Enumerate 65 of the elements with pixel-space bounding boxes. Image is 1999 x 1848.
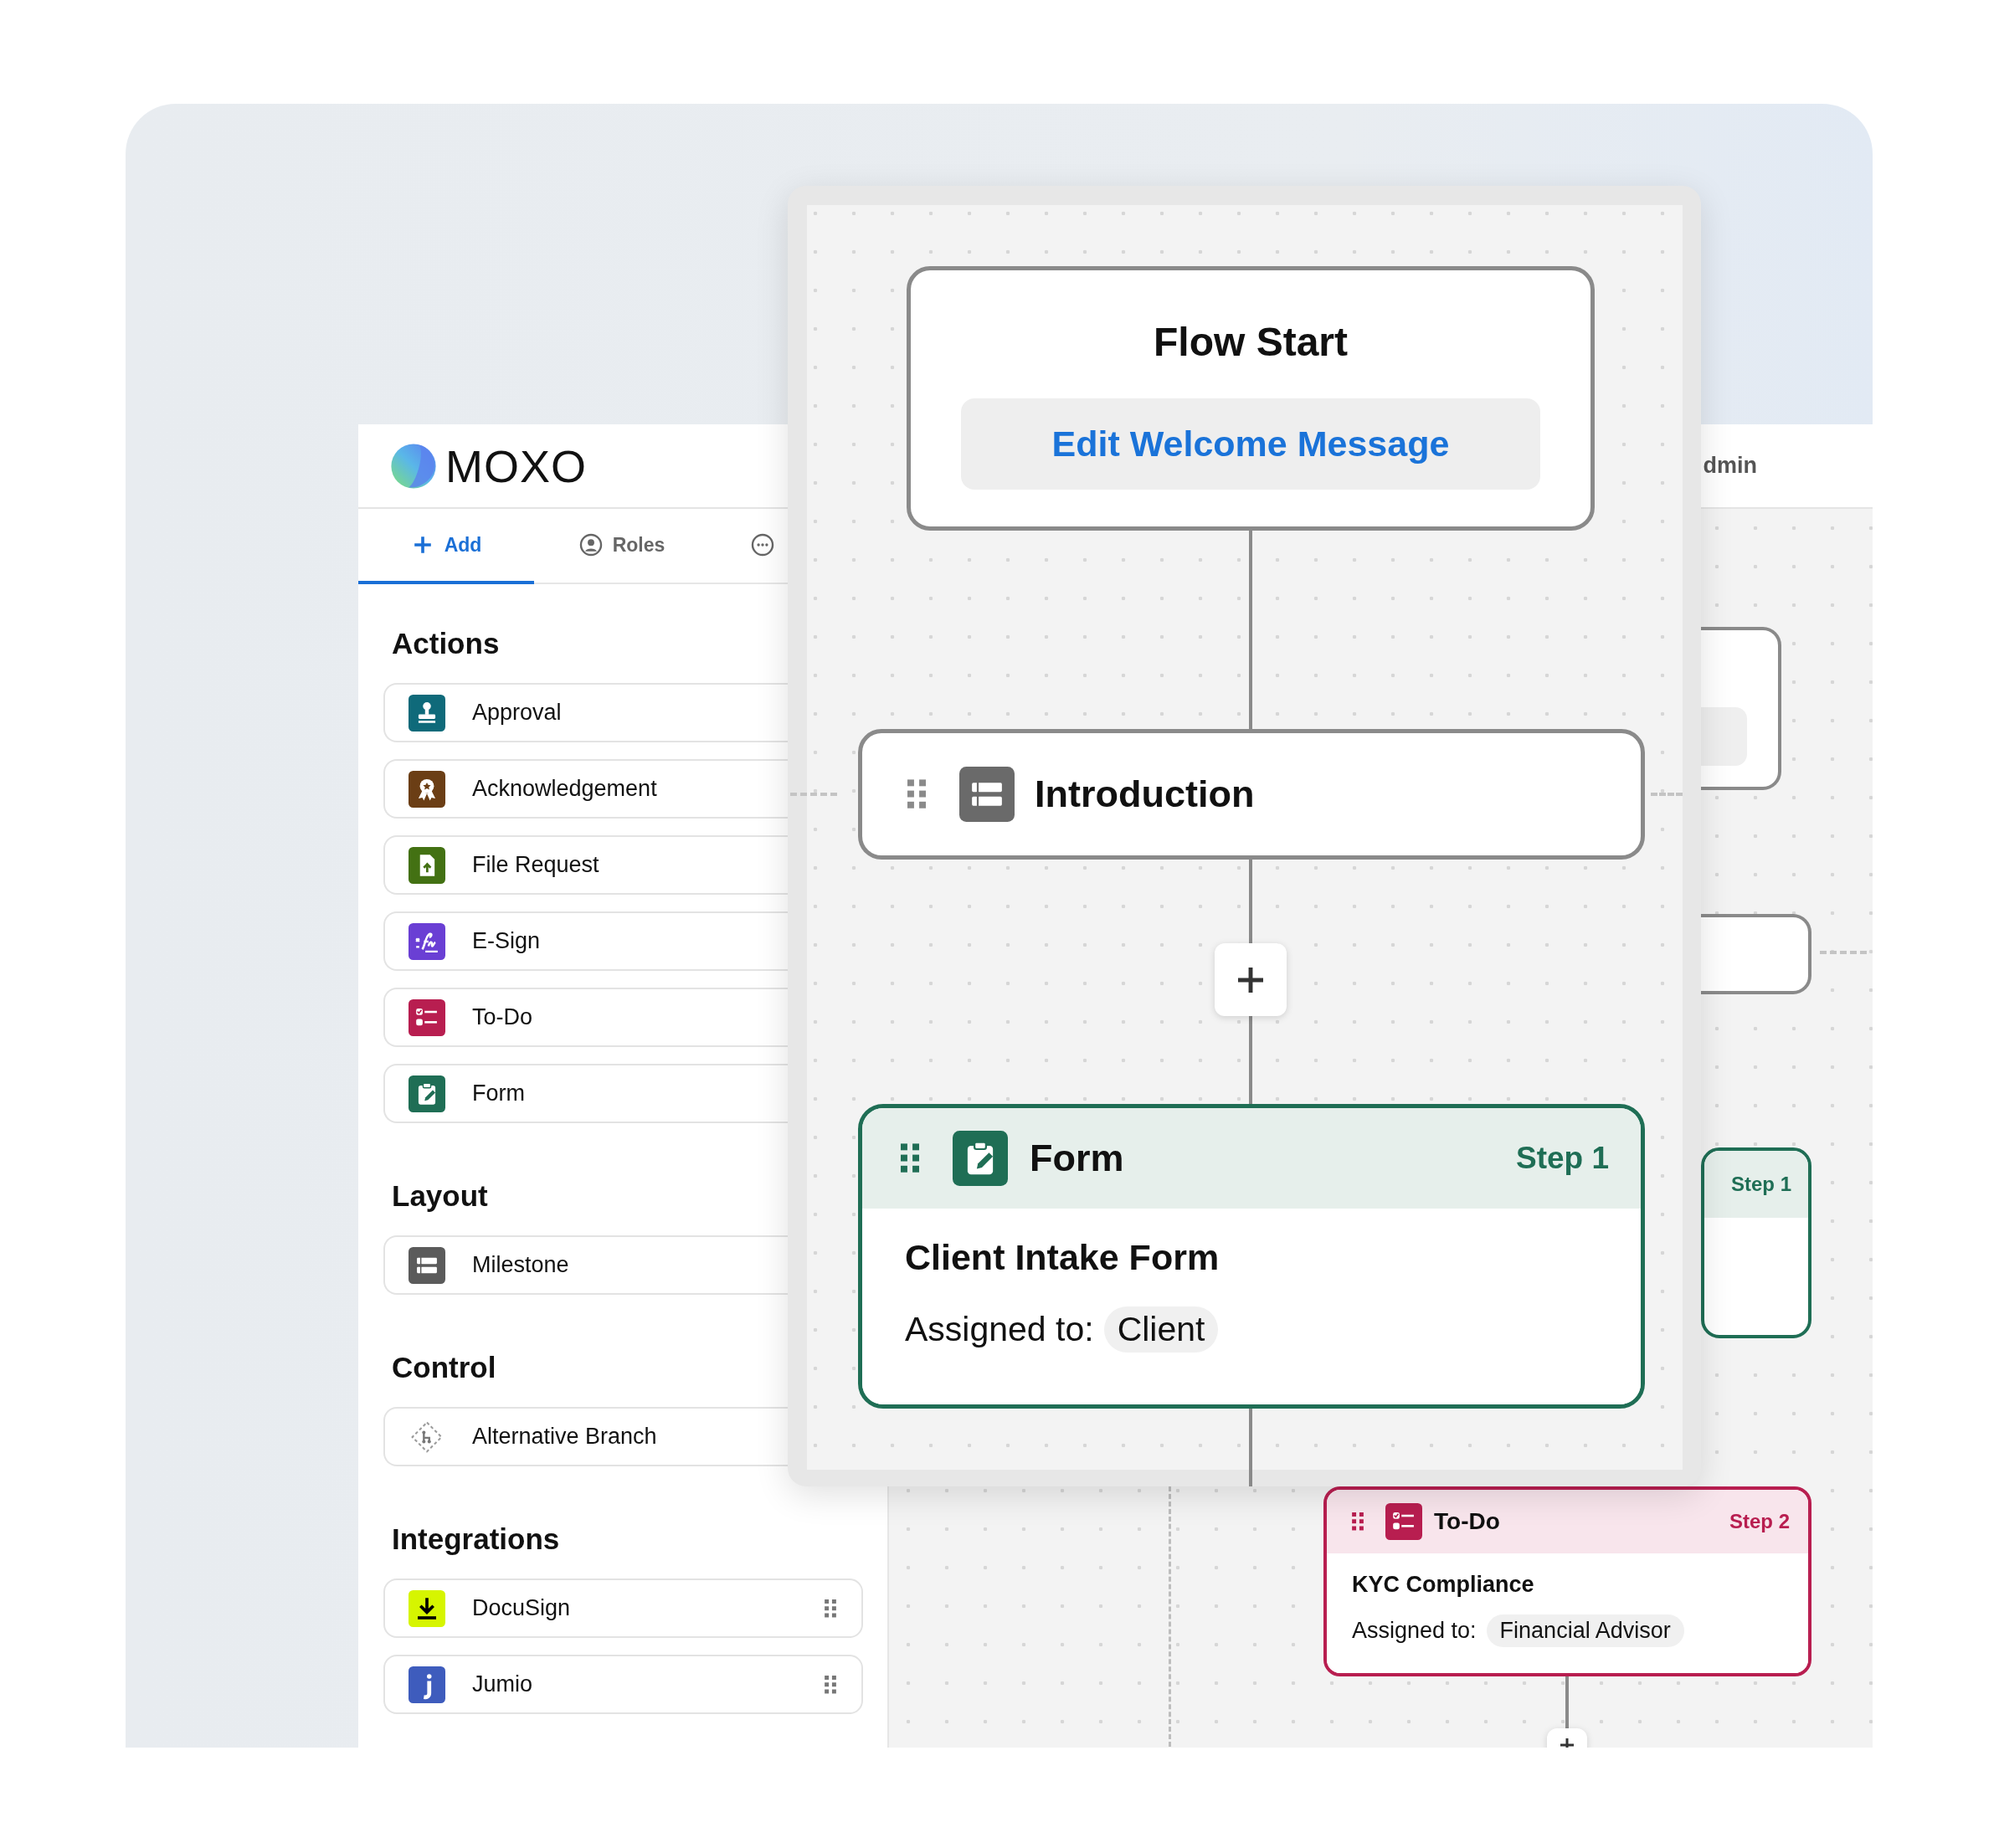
list-icon (409, 1246, 445, 1284)
drag-handle-icon[interactable] (825, 1599, 836, 1618)
checklist-icon (409, 998, 445, 1036)
list-icon (959, 767, 1015, 822)
clipboard-icon (409, 1075, 445, 1112)
drag-handle-icon[interactable] (1352, 1512, 1364, 1531)
letter-j-icon (409, 1666, 445, 1703)
logo-wordmark: MOXO (445, 439, 587, 492)
sidebar-item[interactable]: Jumio (383, 1655, 863, 1714)
step-card[interactable]: To-Do Step 2 KYC Compliance Assigned to: Financial Advisor (1323, 1486, 1811, 1676)
drag-handle-icon[interactable] (825, 1675, 836, 1694)
download-icon (409, 1589, 445, 1627)
edit-message-button[interactable]: Edit Welcome Message (961, 398, 1540, 490)
node-title: Flow Start (1154, 319, 1348, 365)
dashed-connector (1820, 951, 1867, 954)
step-title: KYC Compliance (1352, 1572, 1535, 1598)
assignee-chip: Client (1103, 1306, 1219, 1353)
assigned-label: Assigned to: (1352, 1618, 1477, 1644)
section-heading: Actions (391, 626, 501, 661)
logo-icon (390, 442, 437, 490)
step-card[interactable]: Step 1 (1701, 1147, 1811, 1338)
sidebar-item[interactable]: To-Do (383, 988, 788, 1047)
node-button[interactable] (1701, 707, 1747, 766)
drag-handle-icon[interactable] (901, 1143, 919, 1173)
step-title: Client Intake Form (905, 1237, 1220, 1278)
plus-icon (1238, 967, 1263, 993)
sidebar-item[interactable]: Approval (383, 683, 788, 742)
sidebar-item[interactable]: Form (383, 1064, 788, 1123)
node-title: Introduction (1035, 773, 1255, 816)
tab[interactable]: Roles (534, 509, 710, 584)
dashed-connector (1651, 793, 1683, 796)
tab[interactable]: Add (358, 509, 534, 584)
signature-icon (409, 922, 445, 960)
assigned-label: Assigned to: (905, 1310, 1094, 1349)
section-heading: Control (391, 1350, 497, 1385)
clipboard-icon (953, 1131, 1008, 1186)
flow-start-node[interactable]: Flow Start Edit Welcome Message (907, 266, 1595, 531)
drag-handle-icon[interactable] (907, 779, 926, 809)
flow-node[interactable] (1701, 914, 1811, 994)
step-number: Step 1 (1730, 1173, 1791, 1196)
sidebar-item[interactable]: DocuSign (383, 1578, 863, 1638)
account-label[interactable]: dmin (1703, 453, 1757, 479)
assignee-chip: Financial Advisor (1486, 1614, 1684, 1647)
step-type: Form (1030, 1137, 1125, 1180)
checklist-icon (1385, 1503, 1422, 1540)
sidebar-item[interactable]: Milestone (383, 1235, 788, 1295)
file-upload-icon (409, 846, 445, 884)
sidebar-item[interactable]: Acknowledgement (383, 759, 788, 819)
sidebar-item[interactable]: Alternative Branch (383, 1407, 788, 1466)
step-number: Step 1 (1515, 1141, 1609, 1176)
flow-node[interactable] (1701, 627, 1781, 790)
step-card[interactable]: Form Step 1 Client Intake Form Assigned to: Client (858, 1104, 1645, 1409)
award-icon (409, 770, 445, 808)
stamp-icon (409, 694, 445, 732)
sidebar-item[interactable]: E-Sign (383, 911, 788, 971)
section-heading: Layout (391, 1178, 489, 1214)
add-step-button[interactable] (1215, 943, 1287, 1016)
section-heading: Integrations (391, 1522, 561, 1557)
sidebar-item[interactable]: File Request (383, 835, 788, 895)
step-type: To-Do (1434, 1508, 1501, 1535)
step-number: Step 2 (1729, 1510, 1790, 1533)
more-icon (751, 533, 774, 557)
milestone-node[interactable]: Introduction (858, 729, 1645, 860)
user-icon (578, 533, 603, 557)
dashed-connector (790, 793, 837, 796)
